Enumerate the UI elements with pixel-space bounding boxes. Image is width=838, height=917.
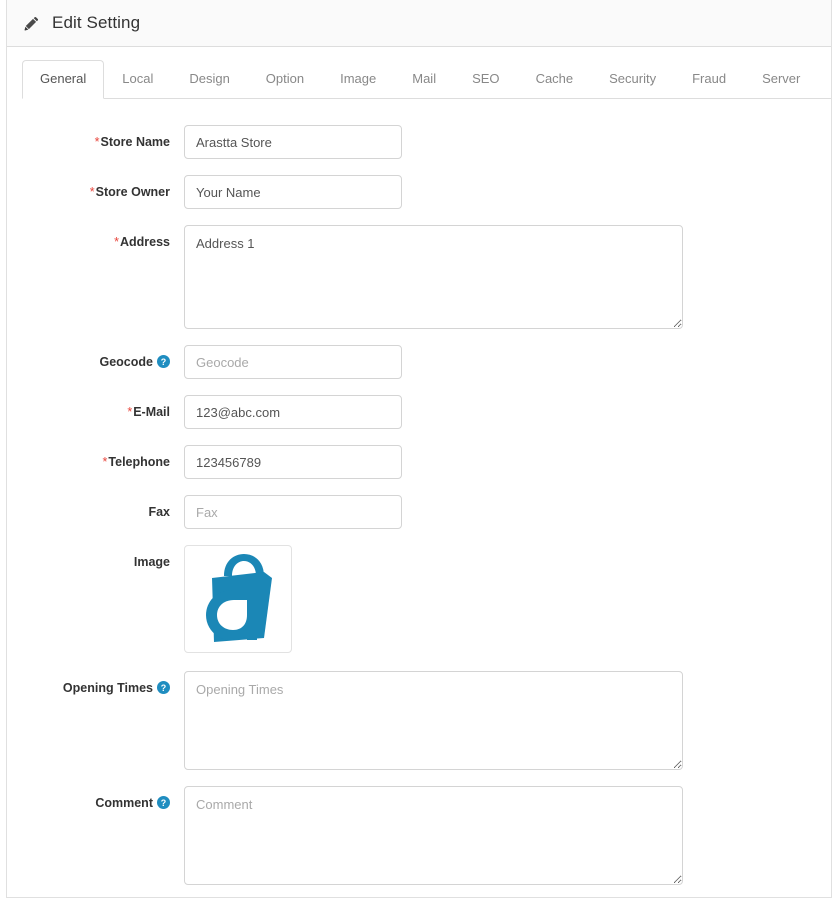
- label-store-owner: *Store Owner: [7, 175, 184, 200]
- label-opening-times: Opening Times?: [7, 671, 184, 696]
- form-row-store-name: *Store Name: [7, 125, 831, 159]
- tab-security[interactable]: Security: [591, 60, 674, 99]
- tab-cache[interactable]: Cache: [518, 60, 592, 99]
- form-row-store-owner: *Store Owner: [7, 175, 831, 209]
- comment-textarea[interactable]: [184, 786, 683, 885]
- pencil-icon: [24, 16, 39, 31]
- label-email: *E-Mail: [7, 395, 184, 420]
- tab-fraud[interactable]: Fraud: [674, 60, 744, 99]
- store-image-thumbnail[interactable]: [184, 545, 292, 653]
- label-telephone-text: Telephone: [108, 455, 170, 469]
- label-store-name-text: Store Name: [100, 135, 170, 149]
- label-image-text: Image: [133, 555, 170, 569]
- required-asterisk: *: [89, 185, 95, 199]
- svg-text:?: ?: [161, 357, 166, 367]
- tab-option[interactable]: Option: [248, 60, 322, 99]
- help-icon[interactable]: ?: [157, 681, 170, 694]
- field-store-name: [184, 125, 402, 159]
- form-row-geocode: Geocode?: [7, 345, 831, 379]
- tab-server[interactable]: Server: [744, 60, 818, 99]
- tab-design[interactable]: Design: [171, 60, 247, 99]
- label-store-owner-text: Store Owner: [95, 185, 170, 199]
- field-fax: [184, 495, 402, 529]
- label-store-name: *Store Name: [7, 125, 184, 150]
- form-row-fax: Fax: [7, 495, 831, 529]
- svg-text:?: ?: [161, 798, 166, 808]
- geocode-input[interactable]: [184, 345, 402, 379]
- email-input[interactable]: [184, 395, 402, 429]
- required-asterisk: *: [114, 235, 119, 249]
- address-textarea[interactable]: [184, 225, 683, 329]
- label-comment: Comment?: [7, 786, 184, 811]
- field-image: [184, 545, 292, 653]
- required-asterisk: *: [94, 135, 100, 149]
- label-image: Image: [7, 545, 184, 570]
- tab-image[interactable]: Image: [322, 60, 394, 99]
- help-icon[interactable]: ?: [157, 796, 170, 809]
- label-fax: Fax: [7, 495, 184, 520]
- form-row-comment: Comment?: [7, 786, 831, 885]
- field-email: [184, 395, 402, 429]
- form-row-email: *E-Mail: [7, 395, 831, 429]
- opening-times-textarea[interactable]: [184, 671, 683, 770]
- store-name-input[interactable]: [184, 125, 402, 159]
- label-opening-times-text: Opening Times: [62, 681, 153, 695]
- label-fax-text: Fax: [148, 505, 170, 519]
- field-store-owner: [184, 175, 402, 209]
- arastta-logo-icon: [194, 552, 282, 647]
- tab-general[interactable]: General: [22, 60, 105, 99]
- panel-header: Edit Setting: [7, 0, 831, 47]
- tab-seo[interactable]: SEO: [454, 60, 517, 99]
- svg-text:?: ?: [161, 683, 166, 693]
- field-opening-times: [184, 671, 683, 770]
- label-address-text: Address: [119, 235, 170, 249]
- field-telephone: [184, 445, 402, 479]
- store-owner-input[interactable]: [184, 175, 402, 209]
- field-geocode: [184, 345, 402, 379]
- tab-list: General Local Design Option Image Mail S…: [22, 60, 831, 99]
- page-title: Edit Setting: [52, 13, 141, 32]
- label-address: *Address: [7, 225, 184, 250]
- field-comment: [184, 786, 683, 885]
- form-row-address: *Address: [7, 225, 831, 329]
- tab-local[interactable]: Local: [104, 60, 171, 99]
- label-geocode-text: Geocode: [99, 355, 154, 369]
- telephone-input[interactable]: [184, 445, 402, 479]
- required-asterisk: *: [102, 455, 108, 469]
- tabs-container: General Local Design Option Image Mail S…: [7, 47, 831, 99]
- edit-setting-panel: Edit Setting General Local Design Option…: [6, 0, 832, 898]
- label-comment-text: Comment: [95, 796, 153, 810]
- form-row-image: Image: [7, 545, 831, 653]
- label-email-text: E-Mail: [133, 405, 170, 419]
- general-settings-form: *Store Name *Store Owner *Address: [7, 99, 831, 885]
- tab-mail[interactable]: Mail: [394, 60, 454, 99]
- form-row-telephone: *Telephone: [7, 445, 831, 479]
- required-asterisk: *: [127, 405, 133, 419]
- form-row-opening-times: Opening Times?: [7, 671, 831, 770]
- label-geocode: Geocode?: [7, 345, 184, 370]
- field-address: [184, 225, 683, 329]
- fax-input[interactable]: [184, 495, 402, 529]
- help-icon[interactable]: ?: [157, 355, 170, 368]
- label-telephone: *Telephone: [7, 445, 184, 470]
